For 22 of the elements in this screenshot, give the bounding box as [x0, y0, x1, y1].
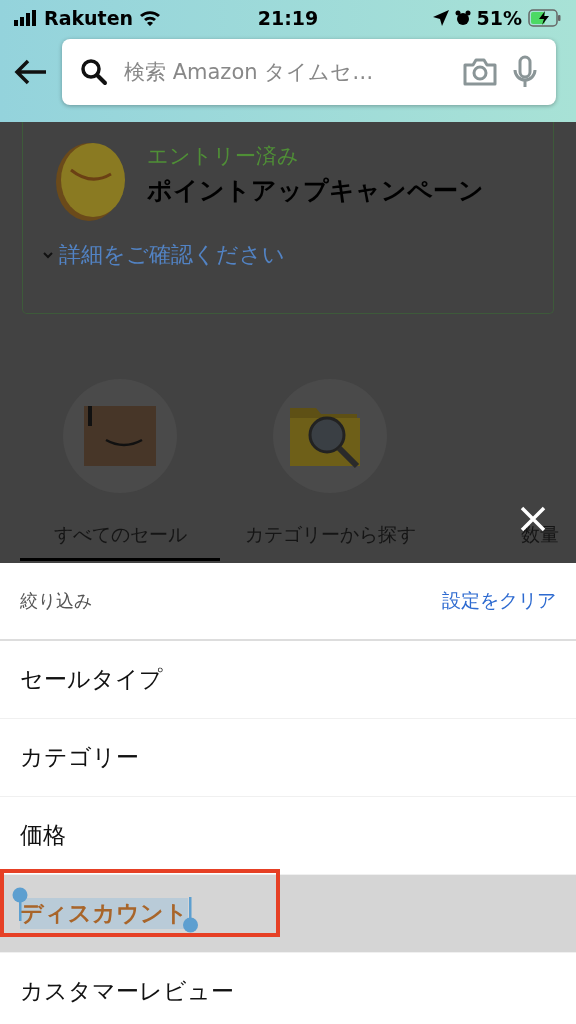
folder-search-icon	[272, 378, 388, 494]
battery-icon	[528, 9, 562, 27]
box-icon	[62, 378, 178, 494]
signal-icon	[14, 10, 38, 26]
camera-icon[interactable]	[462, 57, 498, 87]
carrier-name: Rakuten	[44, 7, 134, 29]
sheet-title: 絞り込み	[20, 589, 92, 613]
clock-time: 21:19	[257, 7, 319, 29]
entry-status: エントリー済み	[147, 143, 300, 170]
microphone-icon[interactable]	[512, 55, 538, 89]
search-input[interactable]: 検索 Amazon タイムセ…	[122, 59, 448, 85]
battery-percent: 51%	[476, 7, 522, 29]
search-icon	[80, 58, 108, 86]
search-field[interactable]: 検索 Amazon タイムセ…	[62, 39, 556, 105]
location-icon	[432, 10, 449, 26]
alarm-icon	[454, 10, 471, 26]
back-arrow-icon[interactable]	[14, 59, 48, 85]
chevron-icon	[43, 251, 53, 259]
campaign-title: ポイントアップキャンペーン	[147, 175, 484, 207]
wifi-icon	[139, 10, 162, 26]
clear-link[interactable]: 設定をクリア	[442, 588, 556, 614]
selection-handle[interactable]	[183, 897, 199, 933]
